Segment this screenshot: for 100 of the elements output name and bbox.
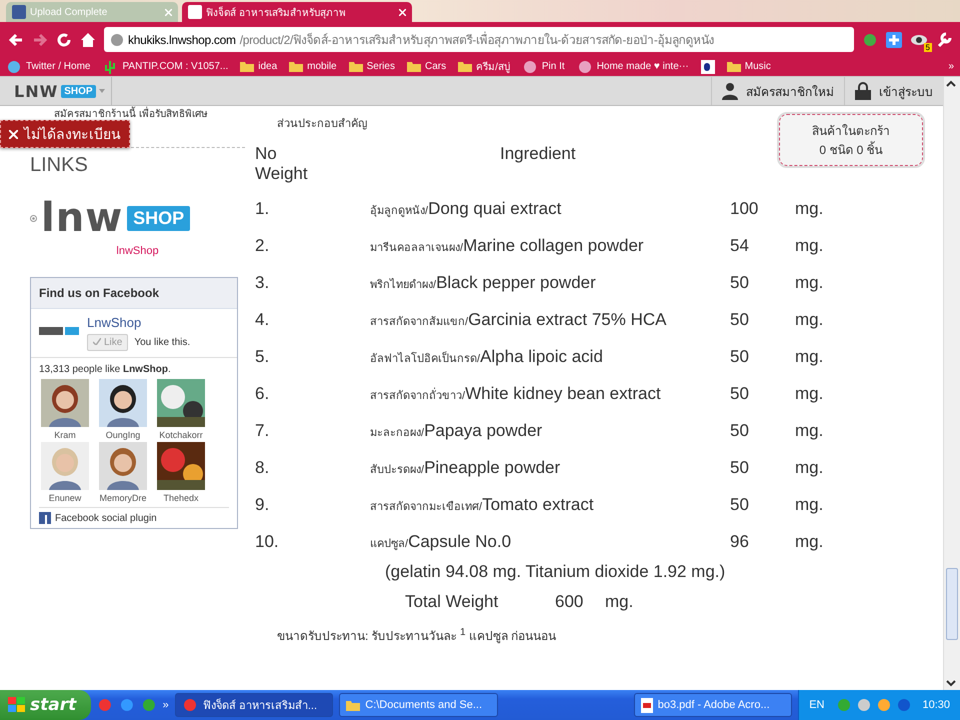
ingredient-amount: 50 <box>730 420 750 442</box>
reload-icon[interactable] <box>56 32 72 48</box>
folder-icon <box>289 61 304 72</box>
scrollbar[interactable] <box>943 77 960 690</box>
home-icon[interactable] <box>80 32 96 48</box>
row-number: 7. <box>255 420 270 442</box>
shop-logo-link[interactable]: lnw SHOP <box>30 195 245 241</box>
favicon <box>188 5 202 19</box>
row-number: 10. <box>255 531 280 553</box>
ingredient-name: สารสกัดจากส้มแขก/Garcinia extract 75% HCA <box>370 309 668 331</box>
ingredient-name: พริกไทยดำผง/Black pepper powder <box>370 272 597 294</box>
wrench-icon[interactable] <box>936 32 952 48</box>
ingredient-amount: 50 <box>730 457 750 479</box>
ingredient-amount: 50 <box>730 383 750 405</box>
bookmark[interactable]: Twitter / Home <box>6 58 90 74</box>
ingredient-name: สารสกัดจากมะเขือเทศ/Tomato extract <box>370 494 595 516</box>
unregistered-ribbon: ไม่ได้ลงทะเบียน <box>0 120 130 148</box>
favicon <box>12 5 26 19</box>
tray-icon[interactable] <box>876 697 892 713</box>
fan-name[interactable]: Kotchakorr <box>159 430 203 440</box>
section-label: ส่วนประกอบสำคัญ <box>277 117 367 132</box>
quicklaunch-more[interactable]: » <box>162 699 169 711</box>
row-number: 2. <box>255 235 270 257</box>
ingredient-name: แคปซูล/Capsule No.0 <box>370 531 512 553</box>
unit-label: mg. <box>795 198 824 220</box>
language-indicator[interactable]: EN <box>809 699 824 711</box>
facebook-title: Find us on Facebook <box>31 278 237 309</box>
row-number: 8. <box>255 457 270 479</box>
folder-icon <box>348 61 363 72</box>
folder-icon <box>240 61 254 72</box>
shop-logo[interactable]: LNW SHOP <box>0 77 112 105</box>
facebook-icon <box>39 512 51 524</box>
bookmark[interactable]: ครีม/สบู่ <box>458 59 510 74</box>
bookmark[interactable]: PANTIP.COM : V1057... <box>102 58 228 74</box>
address-bar[interactable]: khukiks.lnwshop.com /product/2/ฟิงจ็ดส์-อาหารเสริมสำหรับสุภาพสตรี-เพื่อสุภาพภายใน-ด้วยสารสกัด-ยอป่า-อุ้มลูกดูหนัง <box>104 27 854 52</box>
folder-icon <box>406 61 421 72</box>
check-icon <box>93 338 101 345</box>
unit-label: mg. <box>795 309 824 331</box>
unit-label: mg. <box>795 346 824 368</box>
unit-label: mg. <box>795 272 824 294</box>
caret-icon <box>98 89 105 93</box>
bookmark[interactable]: Cars <box>406 61 446 72</box>
member-hint: สมัครสมาชิกร้านนี้ เพื่อรับสิทธิพิเศษ <box>54 106 245 121</box>
dosage-text: ขนาดรับประทาน: รับประทานวันละ $^{1}$ แคปซูล ก่อนนอน <box>277 626 558 645</box>
close-icon[interactable] <box>399 8 406 16</box>
lock-icon <box>855 82 871 100</box>
taskbar-button[interactable]: bo3.pdf - Adobe Acro... <box>634 693 792 717</box>
bookmark[interactable]: Pin It <box>522 58 565 74</box>
ingredient-amount: 96 <box>730 531 750 553</box>
fan-name[interactable]: MemoryDre <box>99 493 146 503</box>
forward-icon[interactable] <box>32 32 48 48</box>
taskbar-button[interactable]: ฟิงจ็ดส์ อาหารเสริมสำ... <box>174 693 334 717</box>
row-number: 4. <box>255 309 270 331</box>
tray-icon[interactable] <box>896 697 912 713</box>
ingredient-name: สับปะรดผง/Pineapple powder <box>370 457 562 479</box>
bookmark[interactable]: Home made ♥ inte··· <box>576 58 689 74</box>
total-label: Total Weight <box>405 592 500 612</box>
bookmark[interactable]: idea <box>240 61 278 72</box>
unit-label: mg. <box>795 531 824 553</box>
tray-icon[interactable] <box>856 697 872 713</box>
folder-icon <box>726 61 741 72</box>
fan-name[interactable]: Kram <box>54 430 76 440</box>
links-title: LINKS <box>30 154 89 177</box>
ingredient-name: มะละกอผง/Papaya powder <box>370 420 544 442</box>
logo-caption: lnwShop <box>115 245 160 257</box>
d-logo-icon <box>700 60 715 74</box>
browser-tab[interactable]: ฟิงจ็ดส์ อาหารเสริมสำหรับสุภาพ <box>182 2 412 22</box>
fan-name[interactable]: OungIng <box>106 430 140 440</box>
bookmark[interactable]: Music <box>726 61 771 72</box>
tray-icon[interactable] <box>836 697 852 713</box>
back-icon[interactable] <box>8 32 24 48</box>
ingredient-name: มารีนคอลลาเจนผง/Marine collagen powder <box>370 235 645 257</box>
ingredient-name: อัลฟาไลโปอิคเป็นกรด/Alpha lipoic acid <box>370 346 604 368</box>
ingredient-amount: 50 <box>730 309 750 331</box>
ingredient-amount: 50 <box>730 494 750 516</box>
capsule-note: (gelatin 94.08 mg. Titanium dioxide 1.92 mg.) <box>385 562 726 582</box>
unit-label: mg. <box>795 494 824 516</box>
bookmark[interactable]: mobile <box>289 61 337 72</box>
plugin-credit: Facebook social plugin <box>55 512 157 524</box>
unit-label: mg. <box>795 457 824 479</box>
pdf-icon <box>640 698 653 712</box>
cart-summary: สินค้าในตะกร้า 0 ชนิด 0 ชิ้น <box>779 114 923 166</box>
taskbar-button[interactable]: C:\Documents and Se... <box>339 693 498 717</box>
person-icon <box>722 82 738 100</box>
ingredient-amount: 50 <box>730 346 750 368</box>
row-number: 5. <box>255 346 270 368</box>
scroll-thumb[interactable] <box>946 568 958 640</box>
fan-name[interactable]: Enunew <box>48 493 82 503</box>
bookmark[interactable]: Series <box>348 61 395 72</box>
plus-icon[interactable] <box>886 32 902 48</box>
fan-name[interactable]: Thehedx <box>163 493 199 503</box>
start-button[interactable]: start <box>0 690 92 720</box>
ingredient-amount: 54 <box>730 235 750 257</box>
column-header: Ingredient <box>500 144 576 164</box>
folder-icon <box>458 61 472 72</box>
page-name-link[interactable]: LnwShop <box>87 315 190 330</box>
bookmarks-more[interactable]: » <box>948 61 954 72</box>
register-link[interactable]: สมัครสมาชิกใหม่ <box>711 77 844 105</box>
unit-label: mg. <box>605 592 634 612</box>
extension-icon[interactable] <box>862 32 878 48</box>
